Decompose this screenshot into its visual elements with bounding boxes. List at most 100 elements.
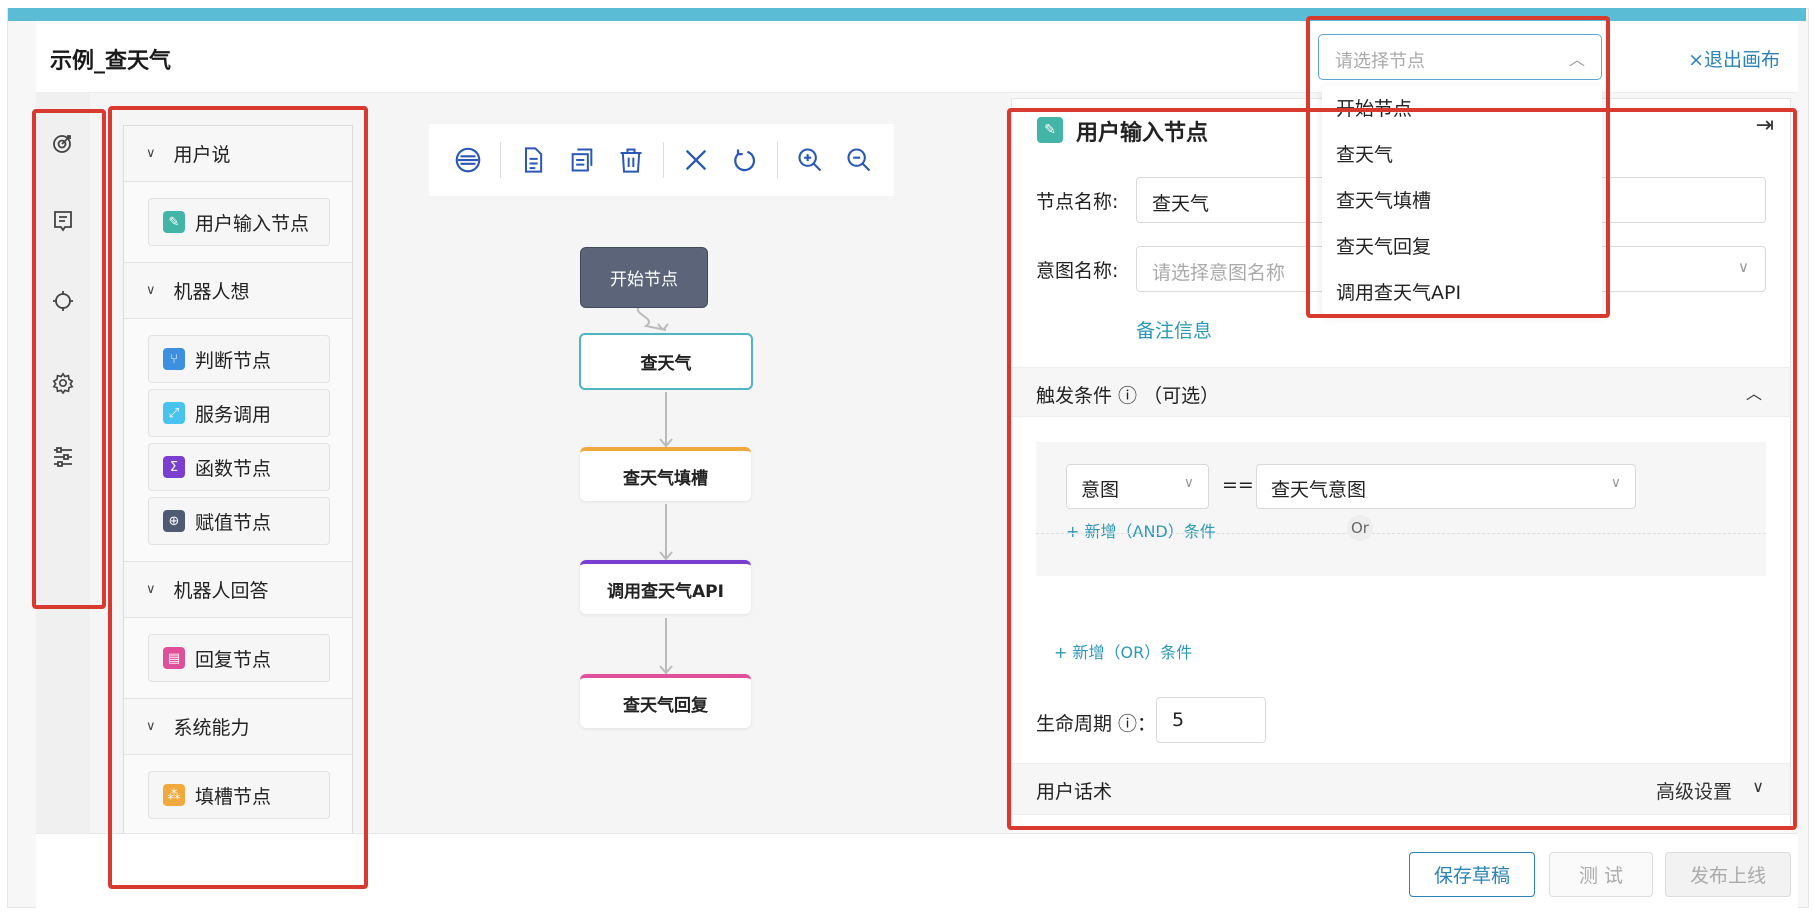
category-user-says[interactable]: ∨ 用户说 xyxy=(124,126,352,182)
condition-group: 意图 ∨ == 查天气意图 ∨ + 新增（AND）条件 xyxy=(1036,442,1766,576)
flow-node-start[interactable]: 开始节点 xyxy=(580,247,708,308)
chevron-down-icon: ∨ xyxy=(146,719,156,734)
crosshair-icon[interactable] xyxy=(49,287,77,315)
palette-item-label: 函数节点 xyxy=(195,457,272,480)
or-divider xyxy=(1036,533,1766,534)
dropdown-option[interactable]: 查天气回复 xyxy=(1322,224,1602,270)
publish-button[interactable]: 发布上线 xyxy=(1665,852,1791,897)
category-label: 机器人回答 xyxy=(173,580,269,602)
palette-item-label: 判断节点 xyxy=(195,349,272,372)
lifecycle-label: 生命周期 ⓘ： xyxy=(1036,713,1157,735)
palette-item-function[interactable]: Σ 函数节点 xyxy=(148,443,330,491)
layout-icon[interactable] xyxy=(451,143,485,177)
zoom-out-icon[interactable] xyxy=(842,143,876,177)
condition-value-select[interactable]: 查天气意图 ∨ xyxy=(1256,464,1636,509)
edge-start-weather xyxy=(636,305,667,331)
category-label: 用户说 xyxy=(173,144,231,166)
condition-value: 查天气意图 xyxy=(1271,479,1367,501)
chevron-down-icon: ∨ xyxy=(146,146,156,161)
advanced-settings-label[interactable]: 高级设置 xyxy=(1656,777,1732,804)
user-speech-label: 用户话术 xyxy=(1036,781,1113,803)
user-speech-section-header[interactable]: 用户话术 高级设置 ∨ xyxy=(1012,763,1790,815)
save-draft-button[interactable]: 保存草稿 xyxy=(1409,852,1535,897)
footer-bar: 保存草稿 测 试 发布上线 xyxy=(36,833,1798,908)
collapse-panel-icon[interactable]: ⇥ xyxy=(1756,113,1774,138)
node-name-label: 节点名称: xyxy=(1036,191,1119,213)
dropdown-option[interactable]: 查天气填槽 xyxy=(1322,178,1602,224)
condition-field-select[interactable]: 意图 ∨ xyxy=(1066,464,1209,509)
dropdown-option[interactable]: 开始节点 xyxy=(1322,86,1602,132)
category-label: 系统能力 xyxy=(173,717,250,739)
or-chip: Or xyxy=(1347,515,1373,541)
condition-operator: == xyxy=(1222,474,1254,496)
palette-item-slot-fill[interactable]: ⁂ 填槽节点 xyxy=(148,771,330,819)
flow-node-reply[interactable]: 查天气回复 xyxy=(580,674,751,728)
palette-item-judge[interactable]: ⑂ 判断节点 xyxy=(148,335,330,383)
trigger-section-header[interactable]: 触发条件 ⓘ （可选） ︿ xyxy=(1012,367,1790,417)
edit-icon: ✎ xyxy=(1037,117,1063,143)
reply-icon: ▤ xyxy=(163,647,185,669)
chevron-down-icon: ∨ xyxy=(1738,258,1749,276)
gear-icon[interactable] xyxy=(49,369,77,397)
chevron-down-icon: ∨ xyxy=(1610,475,1621,491)
trigger-label: 触发条件 ⓘ （可选） xyxy=(1036,385,1220,407)
category-label: 机器人想 xyxy=(173,281,250,303)
chevron-down-icon: ∨ xyxy=(1183,475,1194,491)
test-button[interactable]: 测 试 xyxy=(1549,852,1653,897)
node-select[interactable]: 请选择节点 ︿ xyxy=(1318,34,1602,80)
copy-icon[interactable] xyxy=(565,143,599,177)
chevron-up-icon[interactable]: ︿ xyxy=(1746,380,1762,404)
page-title: 示例_查天气 xyxy=(50,49,172,74)
panel-title: 用户输入节点 xyxy=(1076,121,1209,146)
palette-item-label: 赋值节点 xyxy=(195,511,272,534)
node-select-placeholder: 请选择节点 xyxy=(1335,51,1425,72)
dropdown-option[interactable]: 查天气 xyxy=(1322,132,1602,178)
undo-icon[interactable] xyxy=(728,143,762,177)
canvas-toolbar xyxy=(429,124,894,196)
intent-name-label: 意图名称: xyxy=(1036,260,1119,282)
target-icon[interactable] xyxy=(49,129,77,157)
palette-item-label: 填槽节点 xyxy=(195,785,272,808)
intent-name-placeholder: 请选择意图名称 xyxy=(1152,262,1286,284)
message-icon[interactable] xyxy=(49,207,77,235)
add-or-condition-link[interactable]: + 新增（OR）条件 xyxy=(1054,639,1192,663)
chevron-down-icon[interactable]: ∨ xyxy=(1752,777,1764,796)
dropdown-option[interactable]: 调用查天气API xyxy=(1322,270,1602,316)
condition-field-value: 意图 xyxy=(1081,479,1120,501)
flow-node-slot-fill[interactable]: 查天气填槽 xyxy=(580,447,751,501)
toolbar-divider xyxy=(663,142,664,178)
category-robot-thinks[interactable]: ∨ 机器人想 xyxy=(124,263,352,319)
left-icon-rail xyxy=(36,93,90,833)
palette-item-label: 回复节点 xyxy=(195,648,272,671)
palette-item-assign[interactable]: ⊕ 赋值节点 xyxy=(148,497,330,545)
category-system[interactable]: ∨ 系统能力 xyxy=(124,699,352,755)
assign-icon: ⊕ xyxy=(163,510,185,532)
category-robot-answers[interactable]: ∨ 机器人回答 xyxy=(124,562,352,618)
note-info-link[interactable]: 备注信息 xyxy=(1136,316,1212,343)
close-icon[interactable] xyxy=(679,143,713,177)
palette-item-reply[interactable]: ▤ 回复节点 xyxy=(148,634,330,682)
chevron-down-icon: ∨ xyxy=(146,582,156,597)
flow-node-api-call[interactable]: 调用查天气API xyxy=(580,560,751,614)
top-accent-bar xyxy=(8,8,1806,21)
add-and-condition-link[interactable]: + 新增（AND）条件 xyxy=(1066,518,1216,542)
document-icon[interactable] xyxy=(516,143,550,177)
chevron-up-icon: ︿ xyxy=(1568,50,1585,69)
flow-node-weather[interactable]: 查天气 xyxy=(579,333,753,390)
node-select-dropdown: 开始节点 查天气 查天气填槽 查天气回复 调用查天气API xyxy=(1322,86,1602,314)
sliders-icon[interactable] xyxy=(49,443,77,471)
exit-canvas-link[interactable]: ×退出画布 xyxy=(1688,45,1780,72)
lifecycle-field[interactable]: 5 xyxy=(1156,697,1266,743)
arrows-icon: ⤢ xyxy=(163,402,185,424)
toolbar-divider xyxy=(500,142,501,178)
palette-item-service-call[interactable]: ⤢ 服务调用 xyxy=(148,389,330,437)
zoom-in-icon[interactable] xyxy=(793,143,827,177)
chevron-down-icon: ∨ xyxy=(146,283,156,298)
slots-icon: ⁂ xyxy=(163,784,185,806)
node-palette: ∨ 用户说 ✎ 用户输入节点 ∨ 机器人想 ⑂ 判断节点 ⤢ 服务调用 Σ 函数节点 ⊕ 赋值… xyxy=(123,125,353,868)
sigma-icon: Σ xyxy=(163,456,185,478)
palette-item-label: 服务调用 xyxy=(195,403,272,426)
branch-icon: ⑂ xyxy=(163,348,185,370)
trash-icon[interactable] xyxy=(614,143,648,177)
palette-item-user-input[interactable]: ✎ 用户输入节点 xyxy=(148,198,330,246)
